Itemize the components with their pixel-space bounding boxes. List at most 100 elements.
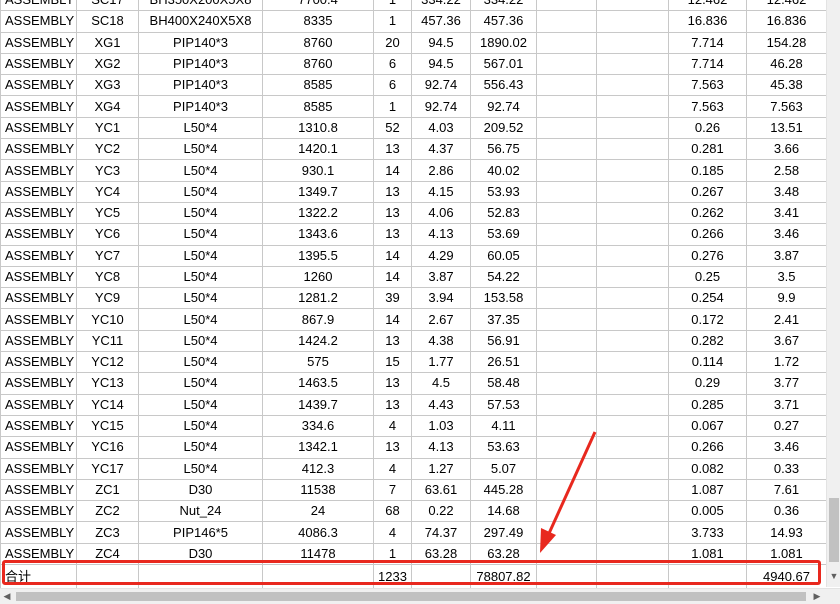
total-cell[interactable] — [596, 564, 669, 588]
table-row[interactable]: ASSEMBLY YC16 L50*4 1342.1 13 4.13 53.63 0.266 3… — [0, 436, 826, 459]
table-cell[interactable]: ASSEMBLY — [0, 287, 77, 310]
table-row[interactable]: ASSEMBLY ZC4 D30 11478 1 63.28 63.28 1.081 1.081 — [0, 542, 826, 566]
table-row[interactable]: ASSEMBLY YC1 L50*4 1310.8 52 4.03 209.52 0.26 13… — [0, 116, 826, 140]
table-cell[interactable]: 1 — [373, 542, 412, 566]
table-cell[interactable]: PIP140*3 — [138, 52, 263, 76]
table-cell[interactable]: YC1 — [76, 116, 139, 140]
table-cell[interactable]: 457.36 — [411, 10, 471, 33]
table-row[interactable]: ASSEMBLY XG4 PIP140*3 8585 1 92.74 92.74 7.563 7… — [0, 95, 826, 118]
vertical-scrollbar[interactable]: ▼ — [826, 0, 840, 587]
table-row[interactable]: ASSEMBLY YC3 L50*4 930.1 14 2.86 40.02 0.185 2.5… — [0, 159, 826, 182]
table-cell[interactable]: D30 — [138, 478, 263, 502]
table-cell[interactable]: 3.67 — [746, 329, 826, 353]
table-cell[interactable]: 4.13 — [411, 436, 471, 459]
table-cell[interactable]: 2.86 — [411, 159, 471, 182]
table-cell[interactable]: BH400X240X5X8 — [138, 10, 263, 33]
table-cell[interactable]: 5.07 — [470, 457, 537, 480]
table-cell[interactable] — [596, 74, 669, 97]
scroll-down-icon[interactable]: ▼ — [827, 566, 840, 586]
table-cell[interactable]: 4.43 — [411, 393, 471, 416]
table-row[interactable]: ASSEMBLY YC2 L50*4 1420.1 13 4.37 56.75 0.281 3.… — [0, 138, 826, 161]
table-cell[interactable] — [536, 500, 597, 523]
table-cell[interactable]: 24 — [262, 500, 374, 523]
table-cell[interactable]: 1424.2 — [262, 329, 374, 353]
table-cell[interactable]: L50*4 — [138, 457, 263, 480]
table-cell[interactable]: L50*4 — [138, 436, 263, 459]
table-cell[interactable]: 11478 — [262, 542, 374, 566]
table-cell[interactable]: L50*4 — [138, 308, 263, 331]
table-cell[interactable]: 8585 — [262, 95, 374, 118]
table-cell[interactable] — [536, 138, 597, 161]
table-cell[interactable]: 94.5 — [411, 31, 471, 54]
table-cell[interactable]: 13 — [373, 372, 412, 395]
table-cell[interactable]: 3.94 — [411, 287, 471, 310]
table-cell[interactable]: 0.172 — [668, 308, 747, 331]
table-cell[interactable] — [596, 10, 669, 33]
table-cell[interactable] — [536, 521, 597, 544]
table-cell[interactable]: PIP140*3 — [138, 74, 263, 97]
table-cell[interactable]: 0.266 — [668, 436, 747, 459]
table-cell[interactable]: ASSEMBLY — [0, 478, 77, 502]
table-cell[interactable]: 13 — [373, 180, 412, 203]
table-cell[interactable]: 0.114 — [668, 351, 747, 374]
table-cell[interactable]: 14 — [373, 159, 412, 182]
table-cell[interactable]: 1439.7 — [262, 393, 374, 416]
table-cell[interactable]: ASSEMBLY — [0, 500, 77, 523]
table-cell[interactable]: YC14 — [76, 393, 139, 416]
vertical-scroll-thumb[interactable] — [829, 498, 839, 562]
table-cell[interactable]: 8585 — [262, 74, 374, 97]
table-cell[interactable]: 45.38 — [746, 74, 826, 97]
table-row[interactable]: ASSEMBLY YC14 L50*4 1439.7 13 4.43 57.53 0.285 3… — [0, 393, 826, 416]
table-cell[interactable]: YC5 — [76, 201, 139, 225]
table-cell[interactable]: 2.41 — [746, 308, 826, 331]
table-cell[interactable]: 3.5 — [746, 265, 826, 289]
table-cell[interactable]: 6 — [373, 74, 412, 97]
table-cell[interactable]: 567.01 — [470, 52, 537, 76]
table-cell[interactable]: 1890.02 — [470, 31, 537, 54]
table-cell[interactable] — [536, 180, 597, 203]
table-cell[interactable]: 0.067 — [668, 414, 747, 438]
table-cell[interactable]: YC10 — [76, 308, 139, 331]
table-cell[interactable]: 1322.2 — [262, 201, 374, 225]
table-cell[interactable]: YC16 — [76, 436, 139, 459]
table-cell[interactable]: 7 — [373, 478, 412, 502]
table-cell[interactable]: 4.37 — [411, 138, 471, 161]
table-cell[interactable]: 1260 — [262, 265, 374, 289]
table-cell[interactable]: 0.005 — [668, 500, 747, 523]
table-cell[interactable]: 1463.5 — [262, 372, 374, 395]
table-cell[interactable]: 40.02 — [470, 159, 537, 182]
table-cell[interactable]: 13 — [373, 138, 412, 161]
total-cell[interactable]: 1233 — [373, 564, 412, 588]
table-cell[interactable] — [536, 201, 597, 225]
table-cell[interactable]: 0.282 — [668, 329, 747, 353]
table-cell[interactable] — [536, 159, 597, 182]
table-cell[interactable]: 0.33 — [746, 457, 826, 480]
table-cell[interactable] — [536, 223, 597, 246]
total-cell[interactable] — [138, 564, 263, 588]
table-row[interactable]: ASSEMBLY YC17 L50*4 412.3 4 1.27 5.07 0.082 0.33 — [0, 457, 826, 480]
table-cell[interactable]: 1.03 — [411, 414, 471, 438]
table-row[interactable]: ASSEMBLY YC8 L50*4 1260 14 3.87 54.22 0.25 3.5 — [0, 265, 826, 289]
table-cell[interactable] — [536, 287, 597, 310]
table-cell[interactable]: 4 — [373, 521, 412, 544]
table-cell[interactable] — [536, 372, 597, 395]
table-cell[interactable]: ASSEMBLY — [0, 201, 77, 225]
table-cell[interactable]: 7.714 — [668, 31, 747, 54]
table-cell[interactable]: 0.29 — [668, 372, 747, 395]
table-cell[interactable]: 334.6 — [262, 414, 374, 438]
table-cell[interactable]: 0.267 — [668, 180, 747, 203]
table-cell[interactable]: 63.28 — [411, 542, 471, 566]
table-cell[interactable]: 1310.8 — [262, 116, 374, 140]
table-cell[interactable]: 94.5 — [411, 52, 471, 76]
table-cell[interactable]: 1395.5 — [262, 244, 374, 267]
table-cell[interactable] — [596, 372, 669, 395]
table-cell[interactable]: 56.91 — [470, 329, 537, 353]
table-cell[interactable]: 60.05 — [470, 244, 537, 267]
table-cell[interactable]: 16.836 — [746, 10, 826, 33]
table-cell[interactable]: 54.22 — [470, 265, 537, 289]
table-cell[interactable]: XG2 — [76, 52, 139, 76]
table-cell[interactable]: 7.563 — [746, 95, 826, 118]
table-cell[interactable] — [596, 308, 669, 331]
table-cell[interactable]: 1 — [373, 95, 412, 118]
table-cell[interactable]: 0.22 — [411, 500, 471, 523]
